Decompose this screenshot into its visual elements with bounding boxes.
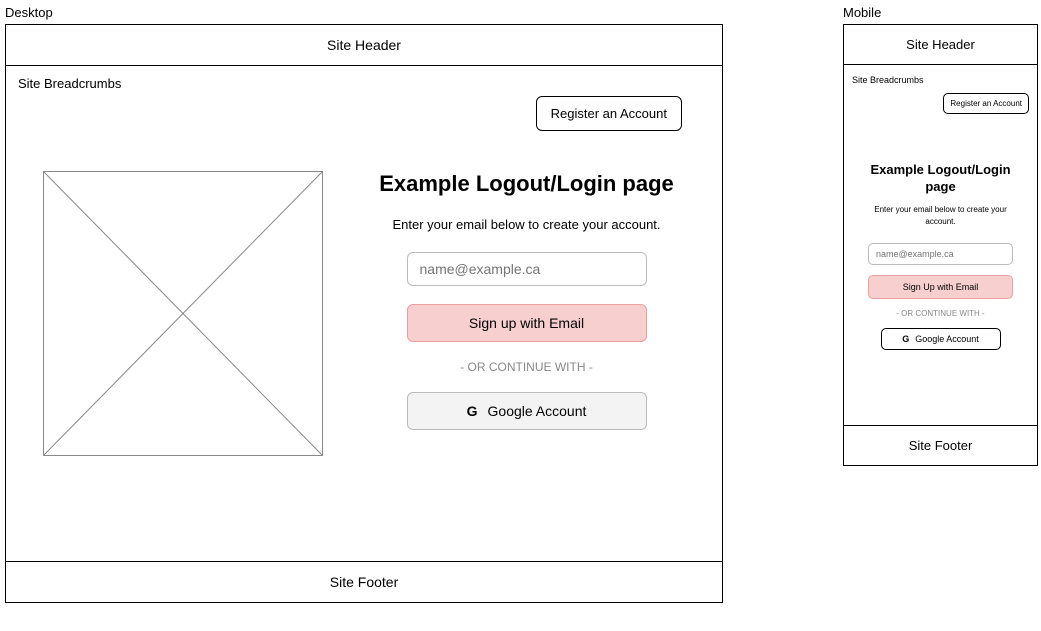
desktop-wireframe: Desktop Site Header Site Breadcrumbs Reg…	[5, 5, 723, 603]
page-title: Example Logout/Login page	[373, 171, 680, 197]
desktop-window: Site Header Site Breadcrumbs Register an…	[5, 24, 723, 603]
signup-email-button[interactable]: Sign Up with Email	[868, 275, 1013, 299]
site-footer: Site Footer	[844, 425, 1037, 465]
login-form: Example Logout/Login page Enter your ema…	[852, 162, 1029, 350]
signup-email-button[interactable]: Sign up with Email	[407, 304, 647, 342]
google-icon: G	[902, 334, 909, 344]
login-form: Example Logout/Login page Enter your ema…	[373, 171, 710, 456]
desktop-label: Desktop	[5, 5, 723, 20]
email-field[interactable]	[407, 252, 647, 286]
breadcrumb: Site Breadcrumbs	[852, 75, 1029, 85]
subtitle: Enter your email below to create your ac…	[860, 204, 1021, 228]
page-title: Example Logout/Login page	[860, 162, 1021, 196]
mobile-label: Mobile	[843, 5, 1038, 20]
site-header: Site Header	[6, 25, 722, 66]
mobile-wireframe: Mobile Site Header Site Breadcrumbs Regi…	[843, 5, 1038, 466]
google-label: Google Account	[488, 403, 587, 419]
mobile-body: Site Breadcrumbs Register an Account Exa…	[844, 65, 1037, 425]
google-signin-button[interactable]: G Google Account	[881, 328, 1001, 350]
divider-text: - OR CONTINUE WITH -	[373, 360, 680, 374]
image-placeholder	[43, 171, 323, 456]
register-button[interactable]: Register an Account	[536, 96, 682, 131]
site-footer: Site Footer	[6, 561, 722, 602]
desktop-content: Example Logout/Login page Enter your ema…	[18, 171, 710, 456]
subtitle: Enter your email below to create your ac…	[373, 217, 680, 232]
email-field[interactable]	[868, 243, 1013, 265]
google-icon: G	[467, 403, 478, 419]
register-button[interactable]: Register an Account	[943, 93, 1029, 114]
divider-text: - OR CONTINUE WITH -	[860, 309, 1021, 318]
desktop-body: Site Breadcrumbs Register an Account Exa…	[6, 66, 722, 561]
mobile-window: Site Header Site Breadcrumbs Register an…	[843, 24, 1038, 466]
breadcrumb: Site Breadcrumbs	[18, 76, 710, 91]
google-signin-button[interactable]: G Google Account	[407, 392, 647, 430]
google-label: Google Account	[915, 334, 979, 344]
site-header: Site Header	[844, 25, 1037, 65]
